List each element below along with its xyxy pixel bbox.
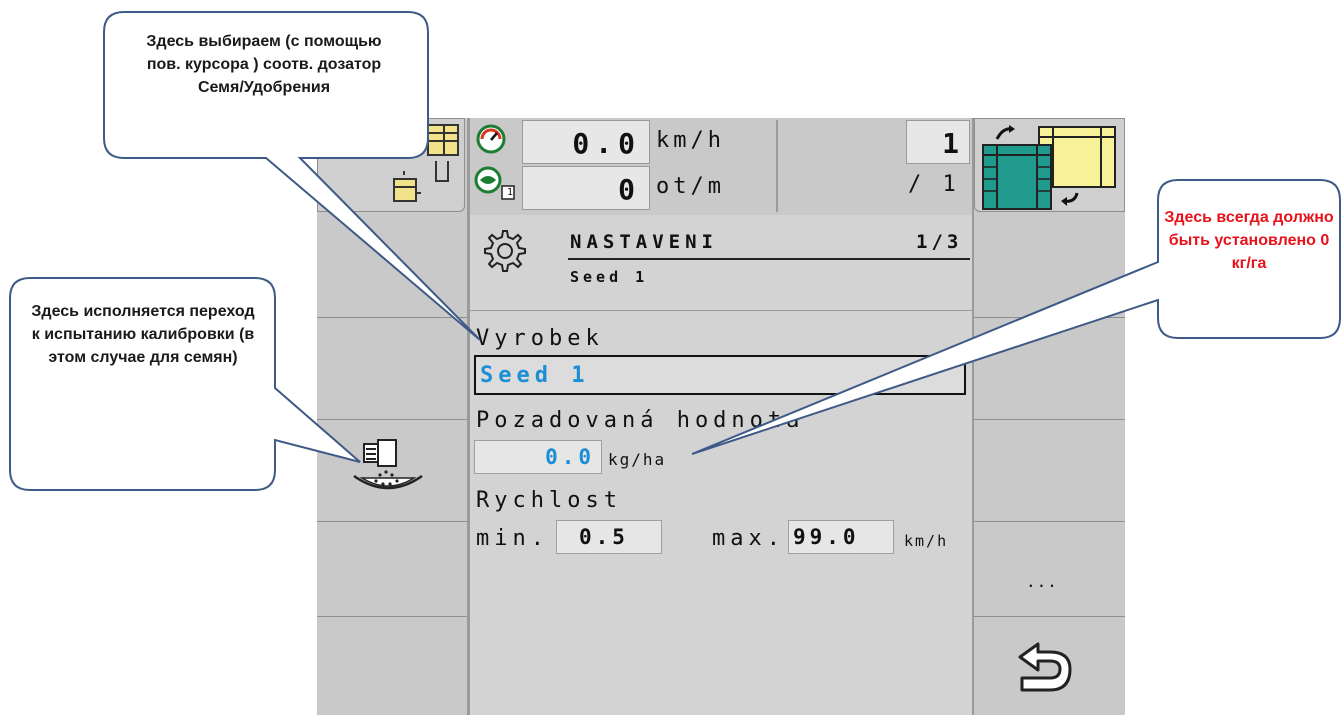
- back-softkey[interactable]: [974, 617, 1125, 715]
- right-softkey-1[interactable]: [974, 215, 1125, 318]
- left-softkey-1[interactable]: [317, 215, 467, 318]
- section-number: 1: [942, 127, 965, 160]
- rate-value: 0.0: [545, 445, 595, 469]
- max-speed-value: 99.0: [793, 525, 860, 549]
- left-softkey-5[interactable]: [317, 617, 467, 715]
- callout-left-text: Здесь исполняется переход к испытанию ка…: [31, 303, 255, 366]
- max-speed-input[interactable]: 99.0: [788, 520, 894, 554]
- min-speed-input[interactable]: 0.5: [556, 520, 662, 554]
- fan-rpm-icon: [474, 166, 515, 200]
- seed-hopper-icon: [393, 124, 459, 202]
- calibration-softkey[interactable]: [317, 420, 467, 522]
- speed-label: Rychlost: [476, 488, 622, 513]
- tank-switch-softkey[interactable]: [974, 118, 1125, 212]
- speed-value: 0.0: [572, 127, 641, 160]
- rpm-unit: ot/m: [656, 174, 725, 199]
- more-label: ...: [1026, 572, 1058, 591]
- callout-right-text: Здесь всегда должно быть установлено 0 к…: [1164, 209, 1334, 272]
- section-total: / 1: [908, 172, 960, 197]
- header-divider: [470, 310, 972, 311]
- rate-input[interactable]: 0.0: [474, 440, 602, 474]
- speed-range-unit: km/h: [904, 532, 949, 550]
- product-value: Seed 1: [480, 363, 590, 388]
- tank-switch-icon: [982, 125, 1116, 210]
- right-softkey-3[interactable]: [974, 420, 1125, 522]
- back-arrow-icon: [1018, 642, 1072, 692]
- product-label: Vyrobek: [476, 326, 604, 351]
- seed-hopper-softkey[interactable]: [317, 118, 465, 212]
- rate-unit: kg/ha: [608, 450, 667, 469]
- section-field: 1: [906, 120, 970, 164]
- min-speed-value: 0.5: [579, 525, 629, 549]
- right-softkey-2[interactable]: [974, 318, 1125, 420]
- left-softkey-4[interactable]: [317, 522, 467, 617]
- left-softkey-2[interactable]: [317, 318, 467, 420]
- speed-unit: km/h: [656, 128, 725, 153]
- rpm-value: 0: [618, 173, 641, 206]
- rate-label: Pozadovaná hodnota: [476, 408, 805, 433]
- calibration-icon: [353, 439, 423, 490]
- more-softkey[interactable]: ...: [974, 522, 1125, 617]
- speedometer-icon: [476, 124, 506, 154]
- page-title: NASTAVENI: [570, 231, 718, 253]
- product-select[interactable]: Seed 1: [474, 355, 966, 395]
- settings-gear-icon: [484, 230, 526, 272]
- rpm-sub-index: 1: [507, 187, 514, 198]
- min-label: min.: [476, 526, 549, 551]
- title-underline: [568, 258, 970, 260]
- page-subtitle: Seed 1: [570, 268, 649, 286]
- max-label: max.: [712, 526, 785, 551]
- speed-field: 0.0: [522, 120, 650, 164]
- callout-top-text: Здесь выбираем (с помощью пов. курсора )…: [146, 33, 382, 96]
- page-indicator: 1/3: [916, 231, 963, 253]
- rpm-field: 0: [522, 166, 650, 210]
